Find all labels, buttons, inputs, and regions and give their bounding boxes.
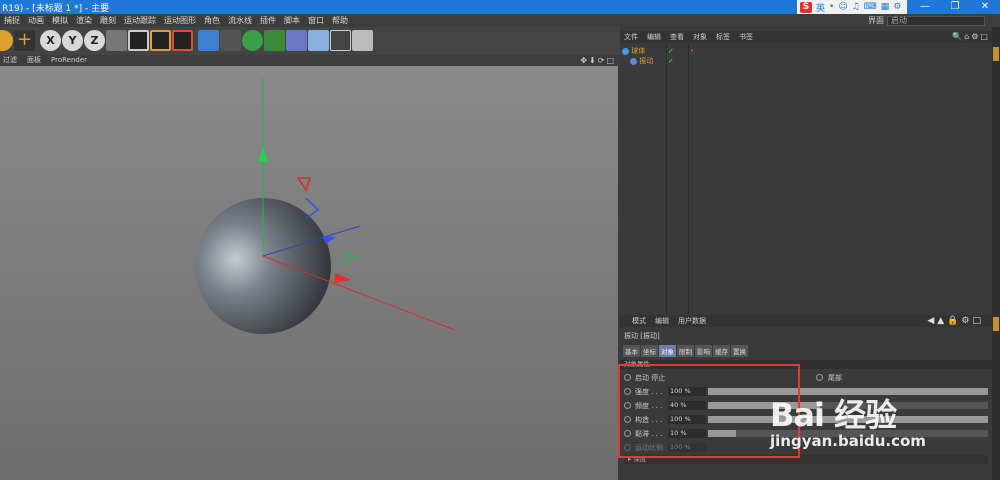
ime-emoji-icon[interactable]: ☺ [838,2,847,12]
visibility-check-icon[interactable]: ✓ [668,46,674,56]
om-edit[interactable]: 编辑 [647,31,661,43]
subtab-cache[interactable]: 缓存 [713,345,730,357]
visibility-check-icon[interactable]: ✓ [668,56,674,66]
subtab-restriction[interactable]: 限制 [677,345,694,357]
close-button[interactable]: ✕ [970,0,1000,14]
object-list: 球体 ✓ • 振动 ✓ [620,44,992,314]
ime-toolbar[interactable]: S 英 • ☺ ♫ ⌨ ▦ ⚙ [797,0,907,14]
axis-z-button[interactable]: Z [84,30,105,51]
ime-skin-icon[interactable]: ▦ [881,2,890,12]
menu-plugins[interactable]: 插件 [256,15,280,26]
camera-icon[interactable] [330,30,351,51]
axis-y-button[interactable]: Y [62,30,83,51]
viewport-menu: 过滤 面板 ProRender ✥⬇⟳□ [0,55,620,66]
subtab-coords[interactable]: 坐标 [641,345,658,357]
tag-icon[interactable]: • [690,46,694,56]
om-bookmarks[interactable]: 书签 [739,31,753,43]
menu-sculpt[interactable]: 雕刻 [96,15,120,26]
axis-x-button[interactable]: X [40,30,61,51]
watermark-text: Bai 经验 [770,396,897,434]
sogou-logo-icon: S [800,1,812,13]
menu-script[interactable]: 脚本 [280,15,304,26]
am-mode[interactable]: 模式 [632,315,646,327]
layout-select[interactable]: 启动 [887,15,985,26]
x-axis-handle[interactable] [334,273,352,283]
viewport-filter[interactable]: 过滤 [3,55,17,66]
menu-help[interactable]: 帮助 [328,15,352,26]
render-settings-icon[interactable] [172,30,193,51]
object-row-shake[interactable]: 振动 ✓ [630,56,674,66]
am-userdata[interactable]: 用户数据 [678,315,706,327]
menu-character[interactable]: 角色 [200,15,224,26]
render-view-icon[interactable] [128,30,149,51]
keyframe-dot-icon[interactable] [816,374,823,381]
om-file[interactable]: 文件 [624,31,638,43]
om-tags[interactable]: 标签 [716,31,730,43]
menu-motion-tracking[interactable]: 运动跟踪 [120,15,160,26]
tail-label: 尾部 [828,374,842,382]
viewport-nav-icon[interactable]: ✥⬇⟳□ [580,55,616,66]
sphere-icon [622,47,629,55]
y-axis-handle[interactable] [258,146,268,162]
subdivision-icon[interactable] [242,30,263,51]
subtab-displacement[interactable]: 置换 [731,345,748,357]
attr-object-title: 振动 [振动] [624,332,660,340]
menu-animate[interactable]: 动画 [24,15,48,26]
ime-settings-icon[interactable]: ⚙ [893,2,901,12]
coordinate-system-icon[interactable] [106,30,127,51]
array-icon[interactable] [264,30,285,51]
3d-viewport[interactable] [0,66,618,480]
menu-render[interactable]: 渲染 [72,15,96,26]
side-tab-objects[interactable] [993,47,999,61]
menu-pipeline[interactable]: 流水线 [224,15,256,26]
ime-punct-icon[interactable]: • [829,2,834,12]
viewport-scene [195,78,456,334]
floor-icon[interactable] [308,30,329,51]
menubar: 捕捉 动画 模拟 渲染 雕刻 运动跟踪 运动图形 角色 流水线 插件 脚本 窗口… [0,14,1000,27]
main-toolbar: + X Y Z [0,27,620,55]
menu-simulate[interactable]: 模拟 [48,15,72,26]
om-toolbar-icon[interactable]: 🔍⌂⚙□ [952,31,990,43]
om-object[interactable]: 对象 [693,31,707,43]
layout-label: 界面 [868,16,884,25]
light-icon[interactable] [352,30,373,51]
window-title: R19) - [未标题 1 *] - 主要 [2,4,110,14]
rotate-y-handle[interactable] [343,253,361,264]
ime-keyboard-icon[interactable]: ⌨ [864,2,877,12]
ime-lang[interactable]: 英 [816,1,825,14]
move-tool-icon[interactable]: + [14,30,35,51]
render-picture-icon[interactable] [150,30,171,51]
cube-primitive-icon[interactable] [198,30,219,51]
minimize-button[interactable]: — [910,0,940,14]
om-view[interactable]: 查看 [670,31,684,43]
spline-pen-icon[interactable] [220,30,241,51]
attr-subtabs: 基本 坐标 对象 限制 影响 缓存 置换 [623,345,748,357]
am-edit[interactable]: 编辑 [655,315,669,327]
object-name[interactable]: 振动 [639,57,653,65]
object-name[interactable]: 球体 [631,47,645,55]
viewport-panel[interactable]: 面板 [27,55,41,66]
am-toolbar-icon[interactable]: ◀▲🔒⚙□ [927,315,984,327]
baidu-watermark: Bai 经验 jingyan.baidu.com [770,390,926,450]
layout-selector[interactable]: 界面 启动 [868,15,985,26]
subtab-influence[interactable]: 影响 [695,345,712,357]
ime-voice-icon[interactable]: ♫ [852,2,860,12]
rotate-x-handle[interactable] [296,177,312,192]
watermark-url: jingyan.baidu.com [770,432,926,450]
subtab-basic[interactable]: 基本 [623,345,640,357]
viewport-prorender[interactable]: ProRender [51,55,87,66]
menu-window[interactable]: 窗口 [304,15,328,26]
right-side-tabs [992,27,1000,480]
attribute-manager-menu: 模式 编辑 用户数据 ◀▲🔒⚙□ [620,315,992,327]
menu-snap[interactable]: 捕捉 [0,15,24,26]
maximize-button[interactable]: ❐ [940,0,970,14]
side-tab-attributes[interactable] [993,317,999,331]
menu-mograph[interactable]: 运动图形 [160,15,200,26]
deformer-icon[interactable] [286,30,307,51]
rotate-tool-icon[interactable] [0,30,13,51]
vibrate-icon [630,57,637,65]
object-manager-menu: 文件 编辑 查看 对象 标签 书签 🔍⌂⚙□ [620,31,992,43]
subtab-object[interactable]: 对象 [659,345,676,357]
object-row-sphere[interactable]: 球体 ✓ • [622,46,694,56]
